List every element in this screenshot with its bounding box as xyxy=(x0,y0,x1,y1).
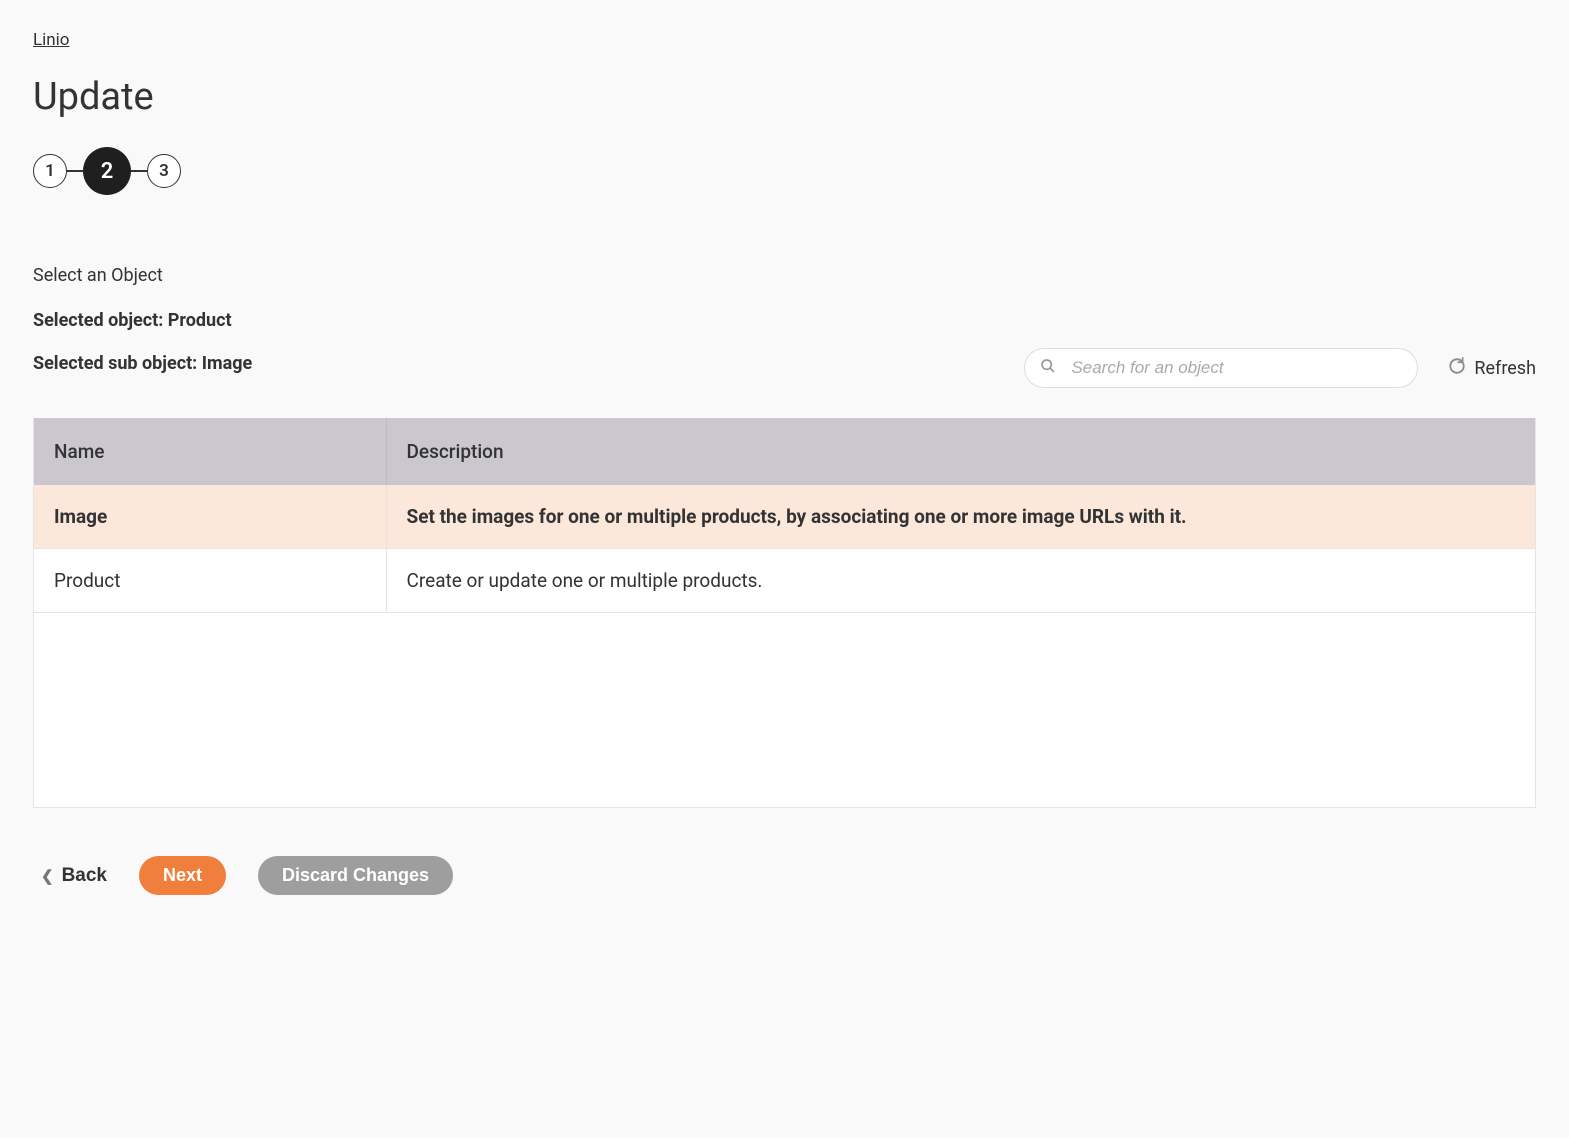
footer-buttons: ❮ Back Next Discard Changes xyxy=(33,856,1536,895)
step-1[interactable]: 1 xyxy=(33,154,67,188)
cell-name: Image xyxy=(34,485,386,549)
select-object-label: Select an Object xyxy=(33,265,1536,286)
next-button[interactable]: Next xyxy=(139,856,226,895)
table-row[interactable]: Image Set the images for one or multiple… xyxy=(34,485,1535,549)
refresh-icon xyxy=(1448,357,1466,380)
step-3[interactable]: 3 xyxy=(147,154,181,188)
search-input[interactable] xyxy=(1024,348,1418,388)
breadcrumb-link[interactable]: Linio xyxy=(33,30,70,50)
cell-name: Product xyxy=(34,549,386,613)
discard-button[interactable]: Discard Changes xyxy=(258,856,453,895)
search-wrap xyxy=(1024,348,1418,388)
cell-description: Create or update one or multiple product… xyxy=(386,549,1535,613)
object-table-container: Name Description Image Set the images fo… xyxy=(33,418,1536,808)
step-2[interactable]: 2 xyxy=(83,147,131,195)
refresh-button[interactable]: Refresh xyxy=(1448,357,1536,380)
refresh-label: Refresh xyxy=(1474,358,1536,379)
chevron-left-icon: ❮ xyxy=(41,867,54,885)
search-refresh-row: Refresh xyxy=(33,348,1536,388)
step-connector xyxy=(131,170,147,172)
cell-description: Set the images for one or multiple produ… xyxy=(386,485,1535,549)
column-description: Description xyxy=(386,418,1535,485)
step-connector xyxy=(67,170,83,172)
selected-object-label: Selected object: Product xyxy=(33,310,1536,331)
page-title: Update xyxy=(33,75,1536,119)
back-label: Back xyxy=(62,865,107,887)
object-table: Name Description Image Set the images fo… xyxy=(34,418,1535,613)
back-button[interactable]: ❮ Back xyxy=(41,865,107,887)
column-name: Name xyxy=(34,418,386,485)
stepper: 1 2 3 xyxy=(33,147,1536,195)
table-row[interactable]: Product Create or update one or multiple… xyxy=(34,549,1535,613)
